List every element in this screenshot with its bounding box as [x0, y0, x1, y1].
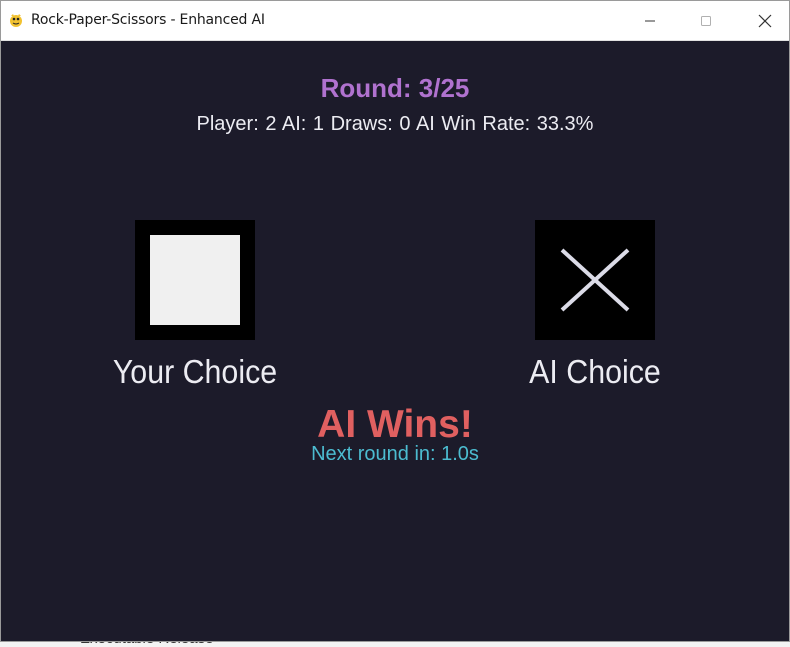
ai-choice-box	[535, 220, 655, 340]
player-choice-box	[135, 220, 255, 340]
game-window: Rock-Paper-Scissors - Enhanced AI Round:…	[0, 0, 790, 642]
player-choice-label: Your Choice	[112, 353, 278, 390]
title-bar[interactable]: Rock-Paper-Scissors - Enhanced AI	[1, 1, 789, 41]
window-title: Rock-Paper-Scissors - Enhanced AI	[31, 12, 265, 28]
paper-icon	[150, 235, 240, 325]
game-canvas[interactable]: Round: 3/25 Player: 2 AI: 1 Draws: 0 AI …	[1, 41, 789, 641]
round-result: AI Wins!	[317, 403, 473, 446]
pygame-snake-icon	[8, 12, 24, 28]
maximize-button[interactable]	[677, 1, 735, 40]
score-stats: Player: 2 AI: 1 Draws: 0 AI Win Rate: 33…	[196, 113, 594, 135]
close-icon	[758, 14, 772, 27]
next-round-timer: Next round in: 1.0s	[311, 443, 479, 465]
close-button[interactable]	[736, 1, 789, 40]
ai-choice-label: AI Choice	[529, 353, 661, 390]
minimize-icon	[645, 20, 655, 21]
scissors-icon	[560, 248, 630, 312]
minimize-button[interactable]	[621, 1, 679, 40]
maximize-icon	[701, 15, 711, 26]
round-counter: Round: 3/25	[320, 73, 470, 103]
